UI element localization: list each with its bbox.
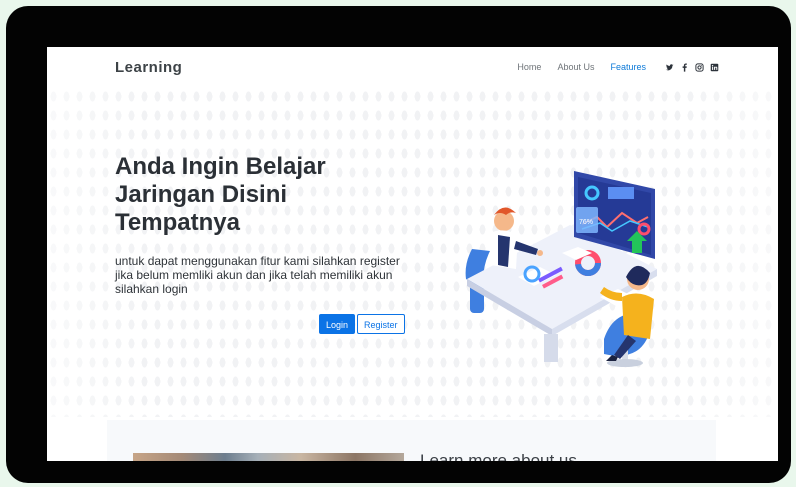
instagram-icon[interactable] <box>695 63 704 72</box>
about-image <box>133 453 404 461</box>
nav-about-us[interactable]: About Us <box>557 62 594 72</box>
device-frame: Learning Home About Us Features Anda Ing… <box>6 6 791 483</box>
hero-description: untuk dapat menggunakan fitur kami silah… <box>115 254 400 296</box>
register-button[interactable]: Register <box>357 314 405 334</box>
facebook-icon[interactable] <box>680 63 688 72</box>
nav-home[interactable]: Home <box>517 62 541 72</box>
hero-illustration: 76% <box>465 171 657 367</box>
hero-title: Anda Ingin Belajar Jaringan Disini Tempa… <box>115 153 326 236</box>
linkedin-icon[interactable] <box>710 63 719 72</box>
nav-features[interactable]: Features <box>610 62 646 72</box>
about-title: Learn more about us <box>420 451 577 461</box>
main-nav: Home About Us Features <box>501 62 719 72</box>
about-section: Learn more about us <box>107 420 716 461</box>
login-button[interactable]: Login <box>319 314 356 334</box>
social-links <box>658 63 719 72</box>
brand-logo[interactable]: Learning <box>115 59 182 76</box>
website-screen: Learning Home About Us Features Anda Ing… <box>47 47 778 461</box>
illustration-percentage: 76% <box>579 219 593 226</box>
twitter-icon[interactable] <box>665 63 674 71</box>
